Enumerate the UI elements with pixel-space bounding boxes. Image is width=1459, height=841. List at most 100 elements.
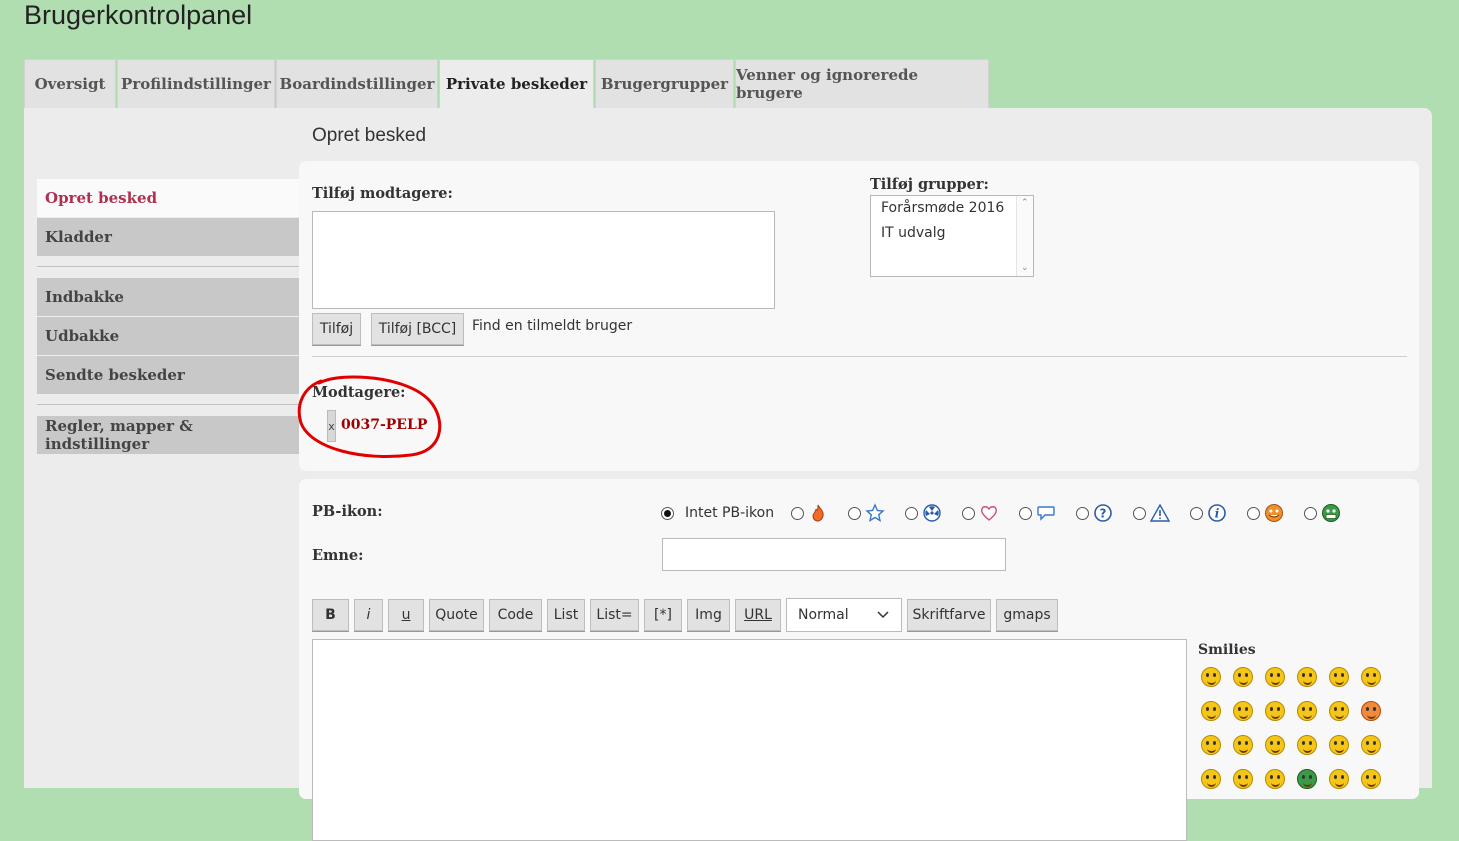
smiley-icon[interactable] — [1201, 769, 1221, 789]
sidebar-divider — [37, 266, 299, 267]
smiley-icon[interactable] — [1265, 735, 1285, 755]
bold-button[interactable]: B — [312, 599, 349, 631]
recipients-box: Tilføj modtagere: Tilføj Tilføj [BCC] Fi… — [297, 161, 1419, 471]
font-size-select[interactable]: Normal — [786, 598, 902, 632]
smiley-icon[interactable] — [1265, 769, 1285, 789]
mrgreen-icon — [1265, 504, 1283, 522]
smiley-icon[interactable] — [1297, 701, 1317, 721]
radio-warning[interactable] — [1133, 507, 1146, 520]
svg-text:i: i — [1215, 507, 1220, 521]
smiley-icon[interactable] — [1361, 735, 1381, 755]
radio-no-icon[interactable] — [661, 507, 674, 520]
radio-speech[interactable] — [1019, 507, 1032, 520]
smiley-icon[interactable] — [1329, 735, 1349, 755]
pm-icon-label: PB-ikon: — [312, 503, 383, 520]
sidebar: Opret besked Kladder Indbakke Udbakke Se… — [37, 179, 299, 455]
smiley-icon[interactable] — [1201, 701, 1221, 721]
sidebar-item-indbakke[interactable]: Indbakke — [37, 278, 299, 316]
list-button[interactable]: List — [547, 599, 585, 631]
tab-brugergrupper[interactable]: Brugergrupper — [595, 59, 734, 108]
code-button[interactable]: Code — [489, 599, 542, 631]
smiley-icon[interactable] — [1361, 769, 1381, 789]
tab-venner-og-ignorerede[interactable]: Venner og ignorerede brugere — [735, 59, 989, 108]
radio-fire[interactable] — [791, 507, 804, 520]
smiley-icon[interactable] — [1329, 701, 1349, 721]
heart-icon — [981, 506, 997, 521]
smiley-icon[interactable] — [1361, 701, 1381, 721]
font-color-button[interactable]: Skriftfarve — [907, 599, 991, 631]
smiley-icon[interactable] — [1233, 701, 1253, 721]
section-title: Opret besked — [312, 125, 427, 146]
sidebar-item-opret-besked[interactable]: Opret besked — [37, 179, 299, 217]
tab-oversigt[interactable]: Oversigt — [24, 59, 116, 108]
smiley-icon[interactable] — [1297, 735, 1317, 755]
italic-button[interactable]: i — [354, 599, 383, 631]
groups-select[interactable]: Forårsmøde 2016 IT udvalg ⌃ ⌄ — [870, 195, 1034, 277]
no-icon-label: Intet PB-ikon — [685, 505, 775, 521]
chevron-down-icon — [877, 611, 889, 619]
recipients-textarea[interactable] — [312, 211, 775, 309]
smiley-icon[interactable] — [1201, 667, 1221, 687]
annotation-circle — [297, 375, 442, 459]
tab-profilindstillinger[interactable]: Profilindstillinger — [117, 59, 275, 108]
chevron-up-icon[interactable]: ⌃ — [1021, 198, 1029, 208]
radioactive-icon — [923, 504, 941, 522]
sick-icon — [1322, 504, 1340, 522]
font-size-value: Normal — [798, 607, 849, 623]
info-icon: i — [1208, 504, 1226, 522]
fire-icon — [812, 504, 824, 522]
speech-bubble-icon — [1037, 506, 1055, 521]
smiley-icon[interactable] — [1233, 769, 1253, 789]
tab-private-beskeder[interactable]: Private beskeder — [439, 59, 594, 108]
add-bcc-button[interactable]: Tilføj [BCC] — [371, 313, 464, 345]
smiley-icon[interactable] — [1265, 701, 1285, 721]
sidebar-item-kladder[interactable]: Kladder — [37, 218, 299, 256]
radio-star[interactable] — [848, 507, 861, 520]
gmaps-button[interactable]: gmaps — [996, 599, 1058, 631]
smilies-title: Smilies — [1198, 642, 1256, 658]
url-button[interactable]: URL — [735, 599, 781, 631]
radio-radioactive[interactable] — [905, 507, 918, 520]
list-item-button[interactable]: [*] — [644, 599, 682, 631]
smiley-icon[interactable] — [1329, 667, 1349, 687]
pm-icon-options: Intet PB-ikon ? i — [661, 503, 1381, 525]
list-ordered-button[interactable]: List= — [590, 599, 639, 631]
radio-mrgreen[interactable] — [1247, 507, 1260, 520]
sidebar-item-udbakke[interactable]: Udbakke — [37, 317, 299, 355]
quote-button[interactable]: Quote — [429, 599, 484, 631]
find-member-link[interactable]: Find en tilmeldt bruger — [472, 318, 632, 334]
subject-input[interactable] — [662, 538, 1006, 571]
radio-question[interactable] — [1076, 507, 1089, 520]
sidebar-item-regler[interactable]: Regler, mapper & indstillinger — [37, 416, 299, 454]
question-icon: ? — [1094, 504, 1112, 522]
chevron-down-icon[interactable]: ⌄ — [1021, 263, 1029, 273]
divider — [312, 356, 1407, 357]
group-option[interactable]: IT udvalg — [871, 221, 1033, 246]
radio-sick[interactable] — [1304, 507, 1317, 520]
underline-button[interactable]: u — [388, 599, 424, 631]
smiley-icon[interactable] — [1233, 735, 1253, 755]
smiley-icon[interactable] — [1265, 667, 1285, 687]
groups-scrollbar[interactable]: ⌃ ⌄ — [1016, 196, 1033, 276]
subject-label: Emne: — [312, 547, 364, 564]
radio-heart[interactable] — [962, 507, 975, 520]
smiley-icon[interactable] — [1297, 769, 1317, 789]
compose-box: PB-ikon: Intet PB-ikon ? i Emne: B i u Q… — [299, 479, 1419, 841]
img-button[interactable]: Img — [687, 599, 730, 631]
message-textarea[interactable] — [312, 639, 1187, 841]
smiley-icon[interactable] — [1201, 735, 1221, 755]
main-panel: Opret besked Kladder Indbakke Udbakke Se… — [24, 108, 1432, 841]
star-icon — [865, 503, 885, 522]
sidebar-item-sendte-beskeder[interactable]: Sendte beskeder — [37, 356, 299, 394]
smiley-icon[interactable] — [1233, 667, 1253, 687]
smiley-icon[interactable] — [1297, 667, 1317, 687]
smiley-icon[interactable] — [1361, 667, 1381, 687]
group-option[interactable]: Forårsmøde 2016 — [871, 196, 1033, 221]
warning-icon — [1150, 503, 1170, 522]
add-button[interactable]: Tilføj — [312, 313, 361, 345]
svg-text:?: ? — [1100, 507, 1107, 521]
tab-boardindstillinger[interactable]: Boardindstillinger — [276, 59, 438, 108]
radio-info[interactable] — [1190, 507, 1203, 520]
smiley-icon[interactable] — [1329, 769, 1349, 789]
add-recipients-label: Tilføj modtagere: — [312, 185, 453, 202]
